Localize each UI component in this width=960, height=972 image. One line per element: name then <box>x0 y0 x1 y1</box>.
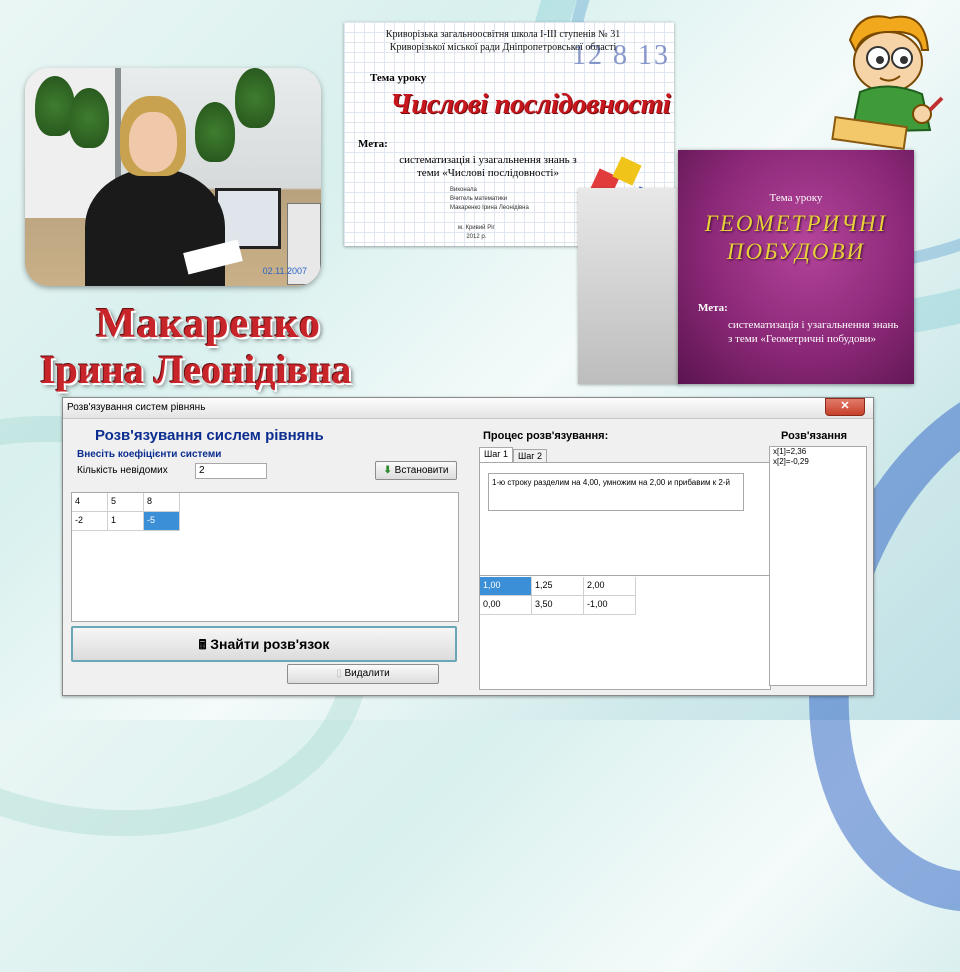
year-line: 2012 р. <box>466 234 487 240</box>
step-cell[interactable]: -1,00 <box>584 596 636 615</box>
photo-plant <box>195 102 235 162</box>
goal-text: систематизація і узагальнення знань з те… <box>728 319 899 345</box>
photo-date-stamp: 02.11.2007 <box>262 266 307 276</box>
presenter-photo: 02.11.2007 <box>25 68 321 286</box>
result-heading: Розв'язання <box>781 430 848 442</box>
author-line: Вчитель математики <box>450 196 508 202</box>
title-line-1: ГЕОМЕТРИЧНІ <box>704 211 888 236</box>
result-item: x[1]=2,36 <box>773 447 807 456</box>
city-line: м. Кривий Ріг <box>458 225 495 231</box>
unknowns-label: Кількість невідомих <box>77 465 168 476</box>
lesson-title: Числові послідовності <box>390 88 671 120</box>
step-cell[interactable]: 0,00 <box>480 596 532 615</box>
coefficients-grid[interactable]: 4 5 8 -2 1 -5 <box>71 492 459 622</box>
arrow-down-icon: ⬇ <box>383 465 392 476</box>
window-titlebar[interactable]: Розв'язування систем рівнянь ✕ <box>63 398 873 419</box>
photo-plant <box>69 88 109 148</box>
result-list[interactable]: x[1]=2,36 x[2]=-0,29 <box>769 446 867 686</box>
tab-step-1[interactable]: Шаг 1 <box>479 447 514 463</box>
goal-text: систематизація і узагальнення знань з те… <box>399 154 577 179</box>
step-message: 1-ю строку разделим на 4,00, умножим на … <box>488 473 744 511</box>
form-heading: Розв'язування сислем рівнянь <box>95 427 324 444</box>
photo-plant <box>235 68 275 128</box>
grid-cell[interactable]: 5 <box>108 493 144 512</box>
step-tab-content: 1-ю строку разделим на 4,00, умножим на … <box>479 462 771 690</box>
delete-button-label: Видалити <box>344 668 390 679</box>
coefficients-subheading: Внесіть коефіцієнти системи <box>77 449 222 460</box>
process-panel: Процес розв'язування: Шаг 1 Шаг 2 1-ю ст… <box>475 420 775 692</box>
presenter-given-names: Ірина Леонідівна <box>40 347 352 392</box>
unknowns-input[interactable]: 2 <box>195 463 267 479</box>
set-button-label: Встановити <box>394 465 449 476</box>
slide-backdrop <box>578 188 680 384</box>
grid-cell[interactable]: -2 <box>72 512 108 531</box>
step-cell[interactable]: 1,25 <box>532 577 584 596</box>
result-item: x[2]=-0,29 <box>773 457 809 466</box>
grid-cell-selected[interactable]: -5 <box>144 512 180 531</box>
input-panel: Розв'язування сислем рівнянь Внесіть кое… <box>69 420 461 692</box>
step-cell[interactable]: 2,00 <box>584 577 636 596</box>
tab-step-2[interactable]: Шаг 2 <box>513 449 548 463</box>
grid-cell[interactable]: 1 <box>108 512 144 531</box>
topic-label: Тема уроку <box>769 192 823 204</box>
photo-person-face <box>129 112 177 172</box>
window-title: Розв'язування систем рівнянь <box>67 402 206 413</box>
delete-icon: ▯ <box>336 668 342 679</box>
process-heading: Процес розв'язування: <box>483 430 609 442</box>
school-line-1: Криворізька загальноосвітня школа І-ІІІ … <box>385 29 621 40</box>
result-panel: Розв'язання x[1]=2,36 x[2]=-0,29 <box>767 420 867 692</box>
topic-label: Тема уроку <box>370 72 427 84</box>
author-line: Макаренко Ірина Леонідівна <box>450 205 529 211</box>
grid-cell[interactable]: 4 <box>72 493 108 512</box>
grid-cell[interactable]: 8 <box>144 493 180 512</box>
school-name: Криворізька загальноосвітня школа І-ІІІ … <box>358 28 648 54</box>
city-year: м. Кривий Ріг 2012 р. <box>458 224 495 242</box>
lesson-slide-geometry: Тема уроку ГЕОМЕТРИЧНІ ПОБУДОВИ Мета: си… <box>678 150 914 384</box>
equation-solver-window: Розв'язування систем рівнянь ✕ Розв'язув… <box>62 397 874 696</box>
close-button[interactable]: ✕ <box>825 398 865 416</box>
presenter-surname: Макаренко <box>96 301 322 347</box>
divider <box>480 575 770 576</box>
title-line-2: ПОБУДОВИ <box>726 239 866 264</box>
school-line-2: Криворізької міської ради Дніпропетровсь… <box>389 42 617 53</box>
find-solution-button[interactable]: 🖩 Знайти розв'язок <box>71 626 457 662</box>
author-line: Виконала <box>450 187 477 193</box>
set-button[interactable]: ⬇ Встановити <box>375 461 457 480</box>
find-solution-label: Знайти розв'язок <box>210 636 330 652</box>
delete-button[interactable]: ▯ Видалити <box>287 664 439 684</box>
step-cell[interactable]: 3,50 <box>532 596 584 615</box>
goal-label: Мета: <box>698 302 728 314</box>
goal-label: Мета: <box>358 138 388 150</box>
calculator-icon: 🖩 <box>198 637 207 652</box>
lesson-title: ГЕОМЕТРИЧНІ ПОБУДОВИ <box>678 210 914 266</box>
cartoon-student-icon <box>831 15 944 150</box>
author-block: Виконала Вчитель математики Макаренко Ір… <box>450 186 529 213</box>
step-cell[interactable]: 1,00 <box>480 577 532 596</box>
